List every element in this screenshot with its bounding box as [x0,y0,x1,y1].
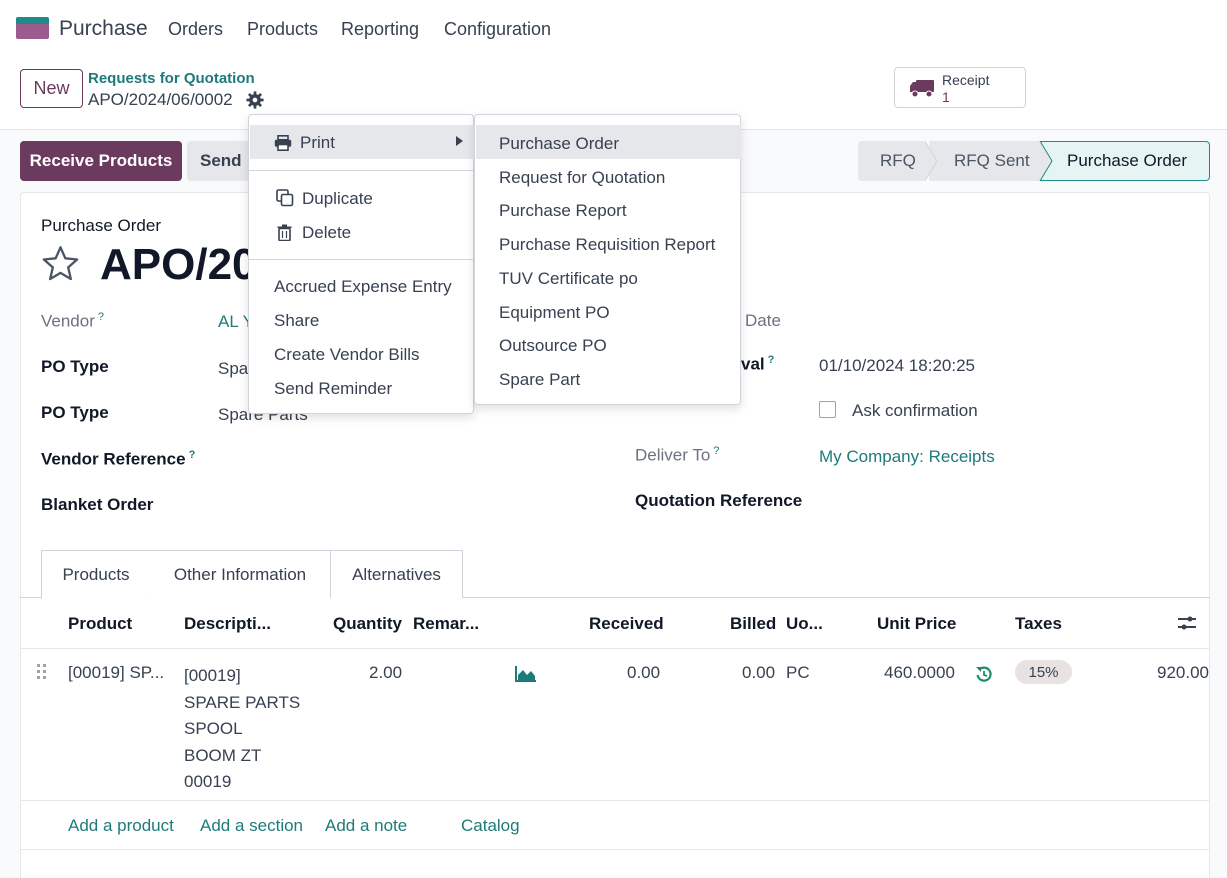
truck-icon [910,80,934,98]
cell-quantity[interactable]: 2.00 [369,663,402,683]
col-description[interactable]: Descripti... [184,614,271,634]
po-type-label-2: PO Type [41,403,109,422]
deliver-to-value[interactable]: My Company: Receipts [819,447,995,467]
status-chevron-2 [1036,141,1054,181]
col-billed[interactable]: Billed [730,614,776,634]
status-rfq-sent[interactable]: RFQ Sent [930,141,1048,181]
po-type-value-1[interactable]: Spa [218,359,248,379]
vendor-label: Vendor? [41,311,105,331]
menu-products[interactable]: Products [247,19,318,40]
menu-separator-1 [249,170,473,171]
breadcrumb-current: APO/2024/06/0002 [88,90,233,109]
tab-products[interactable]: Products [41,550,151,599]
trash-icon [277,224,292,241]
col-quantity[interactable]: Quantity [333,614,402,634]
column-settings-icon[interactable] [1176,612,1198,634]
vendor-reference-label: Vendor Reference? [41,449,196,469]
print-tuv-certificate-po[interactable]: TUV Certificate po [499,269,638,289]
cell-billed: 0.00 [742,663,776,682]
menu-reporting[interactable]: Reporting [341,19,419,40]
share-menu-item[interactable]: Share [274,311,319,331]
cell-subtotal: 920.00 [1157,663,1209,682]
status-chevron-1 [925,141,941,181]
printer-icon [274,135,292,151]
send-reminder-item[interactable]: Send Reminder [274,379,392,399]
print-equipment-po[interactable]: Equipment PO [499,303,610,323]
col-received[interactable]: Received [589,614,664,634]
breadcrumb-parent[interactable]: Requests for Quotation [88,70,255,87]
table-row-divider [21,800,1209,801]
duplicate-icon [276,189,294,207]
reset-price-icon[interactable] [975,665,993,683]
print-submenu: Purchase Order Request for Quotation Pur… [474,114,741,405]
record-name: APO/20 [100,240,257,289]
print-purchase-order[interactable]: Purchase Order [499,134,619,154]
receipt-count: 1 [942,89,950,105]
cell-product[interactable]: [00019] SP... [68,663,164,683]
ask-confirmation-label: Ask confirmation [852,401,978,420]
action-menu: Print Duplicate Delete Accrued Expense E… [248,114,474,414]
col-uom[interactable]: Uo... [786,614,823,634]
new-button[interactable]: New [20,69,83,108]
catalog-link[interactable]: Catalog [461,816,520,836]
menu-separator-2 [249,259,473,260]
print-menu-item[interactable]: Print [300,133,335,153]
tab-other-information[interactable]: Other Information [150,550,331,598]
accrued-expense-entry-item[interactable]: Accrued Expense Entry [274,277,452,297]
add-section-link[interactable]: Add a section [200,816,303,836]
menu-configuration[interactable]: Configuration [444,19,551,40]
approval-label: val? [741,354,775,374]
cell-received: 0.00 [627,663,661,682]
deliver-to-label: Deliver To? [635,445,720,465]
record-type-label: Purchase Order [41,216,161,235]
add-note-link[interactable]: Add a note [325,816,407,836]
order-date-label: Date [745,311,781,330]
col-unit-price[interactable]: Unit Price [877,614,956,634]
add-product-link[interactable]: Add a product [68,816,174,836]
print-outsource-po[interactable]: Outsource PO [499,336,607,356]
delete-menu-item[interactable]: Delete [302,223,351,243]
col-remarks[interactable]: Remar... [413,614,479,634]
status-rfq[interactable]: RFQ [858,141,934,181]
app-name[interactable]: Purchase [59,17,148,41]
tab-alternatives[interactable]: Alternatives [330,550,463,598]
print-purchase-report[interactable]: Purchase Report [499,201,627,221]
forecast-chart-icon[interactable] [515,665,537,683]
approval-date-value[interactable]: 01/10/2024 18:20:25 [819,356,975,376]
gear-icon[interactable] [246,91,264,109]
status-purchase-order[interactable]: Purchase Order [1040,141,1210,181]
col-taxes[interactable]: Taxes [1015,614,1062,634]
caret-right-icon [456,136,463,146]
ask-confirmation-checkbox[interactable] [819,401,836,418]
tax-badge[interactable]: 15% [1015,660,1072,684]
cell-unit-price[interactable]: 460.0000 [884,663,955,683]
print-request-for-quotation[interactable]: Request for Quotation [499,168,665,188]
cell-description[interactable]: [00019] SPARE PARTS SPOOL BOOM ZT 00019 [184,663,300,796]
col-product[interactable]: Product [68,614,132,634]
receipt-smart-button[interactable]: Receipt 1 [894,67,1026,108]
cell-uom[interactable]: PC [786,663,810,683]
quotation-reference-label: Quotation Reference [635,491,803,510]
print-purchase-requisition-report[interactable]: Purchase Requisition Report [499,235,715,255]
drag-handle-icon[interactable] [36,663,48,681]
blanket-order-label: Blanket Order [41,495,154,514]
top-navbar: Purchase Orders Products Reporting Confi… [0,0,1227,57]
table-header-divider [21,648,1209,649]
purchase-app-icon[interactable] [16,17,49,39]
menu-orders[interactable]: Orders [168,19,223,40]
table-footer-divider [21,849,1209,850]
print-spare-part[interactable]: Spare Part [499,370,580,390]
po-type-label-1: PO Type [41,357,109,376]
receipt-label: Receipt [942,72,990,88]
create-vendor-bills-item[interactable]: Create Vendor Bills [274,345,420,365]
receive-products-button[interactable]: Receive Products [20,141,182,181]
star-icon[interactable] [40,244,81,284]
duplicate-menu-item[interactable]: Duplicate [302,189,373,209]
